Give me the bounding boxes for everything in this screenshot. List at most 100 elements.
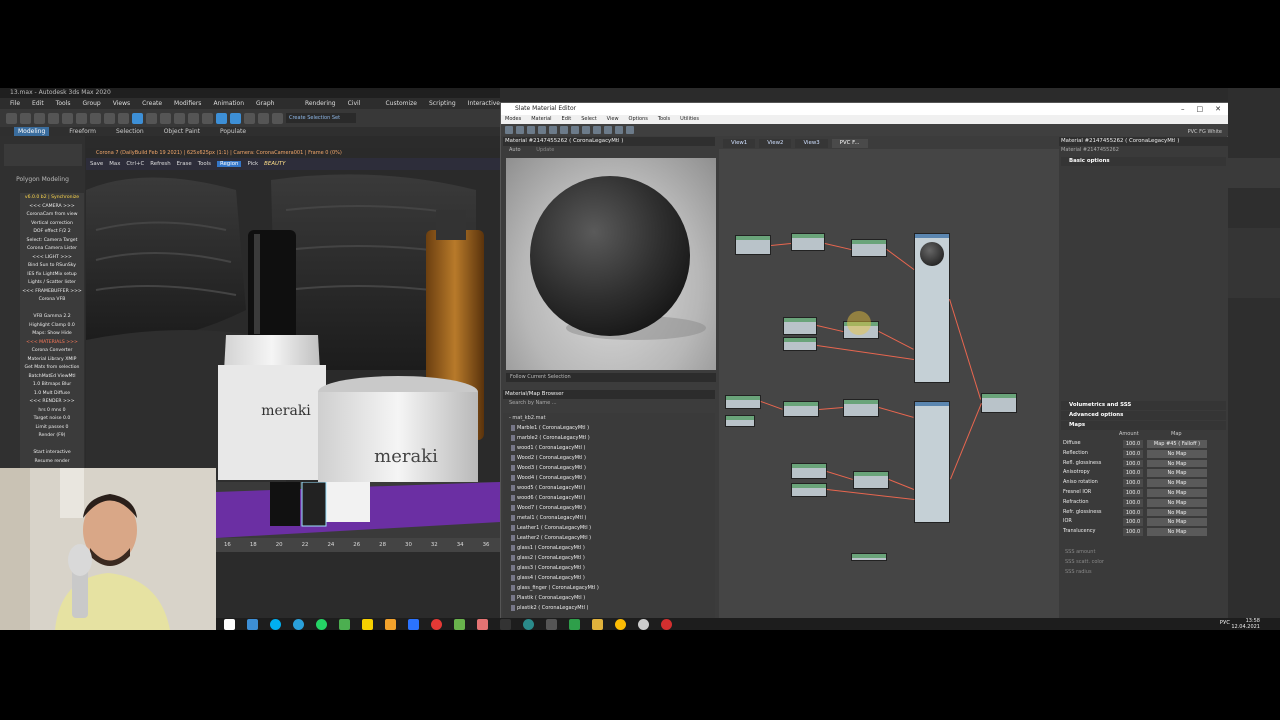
menu-item[interactable]: Interactive (468, 98, 500, 109)
tab-view[interactable]: View1 (723, 139, 756, 148)
corona-tool-button[interactable]: 1.0 Mult Diffuse (21, 390, 83, 399)
map-node[interactable] (791, 233, 825, 251)
select-manipulate-icon[interactable] (202, 112, 213, 124)
ribbon-tab[interactable]: Modeling (14, 127, 50, 136)
skype-icon[interactable] (270, 618, 281, 630)
window-crossing-icon[interactable] (118, 112, 129, 124)
tab-view[interactable]: View2 (759, 139, 792, 148)
map-node[interactable] (783, 317, 817, 335)
select-by-material-icon[interactable] (626, 126, 634, 134)
map-node[interactable] (725, 395, 761, 409)
corona-tool-button[interactable]: DOF effect F/2 2 (21, 228, 83, 237)
update-button[interactable]: Update (536, 147, 554, 153)
pick-material-icon[interactable] (505, 126, 513, 134)
menu-item[interactable]: Tools (56, 98, 71, 109)
corona-tool-button[interactable]: VFB Gamma 2.2 (21, 313, 83, 322)
menu-item[interactable]: File (10, 98, 20, 109)
layout-all-icon[interactable] (582, 126, 590, 134)
language-indicator[interactable]: РУС (1220, 620, 1230, 626)
record-icon[interactable] (431, 618, 442, 630)
corona-tool-button[interactable]: Target noise 0.0 (21, 415, 83, 424)
corona-tool-button[interactable]: Start interactive (21, 449, 83, 458)
param-material-name[interactable]: Material #2147455262 (1059, 146, 1228, 154)
corona-tool-button[interactable]: Lights / Scatter lister (21, 279, 83, 288)
menu-item[interactable]: Group (82, 98, 100, 109)
map-amount-field[interactable]: 100.0 (1123, 459, 1143, 468)
3dsmax-taskbar-icon[interactable] (247, 618, 258, 630)
corona-tool-button[interactable]: 1.0 Bitmaps Blur (21, 381, 83, 390)
list-item[interactable]: Wood4 ( CoronaLegacyMtl ) (503, 473, 715, 483)
timeline-ruler[interactable]: 161820222426283032343638 (216, 538, 515, 552)
corona-tool-button[interactable]: <<< LIGHT >>> (21, 254, 83, 263)
redo-icon[interactable] (20, 112, 31, 124)
list-item[interactable]: Leather2 ( CoronaLegacyMtl ) (503, 533, 715, 543)
preset-dropdown[interactable]: PVC FG White (1188, 129, 1222, 135)
paper-plane-icon[interactable] (408, 618, 419, 630)
vfb-side-scroll[interactable] (484, 170, 500, 482)
map-node[interactable] (791, 483, 827, 497)
map-node[interactable] (851, 239, 887, 257)
maximize-icon[interactable]: □ (1197, 103, 1204, 115)
slate-menu-item[interactable]: Edit (562, 115, 572, 124)
delete-icon[interactable] (527, 126, 535, 134)
map-node[interactable] (851, 553, 887, 561)
basic-options-rollout[interactable]: Basic options (1061, 157, 1226, 166)
windows-start-icon[interactable] (224, 618, 235, 630)
tab-view[interactable]: View3 (795, 139, 828, 148)
corona-tool-button[interactable]: IES fix LightMix setup (21, 271, 83, 280)
move-icon[interactable] (132, 112, 143, 124)
vfb-tool-button[interactable]: Tools (198, 161, 211, 167)
telegram-icon[interactable] (293, 618, 304, 630)
polygon-modeling-label[interactable]: Polygon Modeling (0, 176, 85, 183)
map-amount-field[interactable]: 100.0 (1123, 469, 1143, 478)
vfb-tool-button[interactable]: Erase (177, 161, 192, 167)
map-node[interactable] (791, 463, 827, 479)
ribbon-tab[interactable]: Populate (220, 127, 246, 136)
map-amount-field[interactable]: 100.0 (1123, 518, 1143, 527)
list-item[interactable]: glass3 ( CoronaLegacyMtl ) (503, 563, 715, 573)
list-item[interactable]: wood6 ( CoronaLegacyMtl ) (503, 493, 715, 503)
follow-selection-dropdown[interactable]: Follow Current Selection (506, 373, 716, 382)
recorder-icon[interactable] (661, 618, 672, 630)
list-item[interactable]: Wood7 ( CoronaLegacyMtl ) (503, 503, 715, 513)
corona-tool-button[interactable]: Corona Converter (21, 347, 83, 356)
material-node[interactable] (914, 401, 950, 523)
link-icon[interactable] (34, 112, 45, 124)
corona-tool-button[interactable]: CoronaCam from view (21, 211, 83, 220)
corona-tool-button[interactable]: <<< FRAMEBUFFER >>> (21, 288, 83, 297)
list-item[interactable]: metal1 ( CoronaLegacyMtl ) (503, 513, 715, 523)
advanced-options-rollout[interactable]: Advanced options (1061, 411, 1226, 420)
utorrent-icon[interactable] (339, 618, 350, 630)
obs-icon[interactable] (638, 618, 649, 630)
corona-tool-button[interactable]: Bind Sun to RSunSky (21, 262, 83, 271)
map-slot-button[interactable]: No Map (1147, 508, 1207, 517)
spinner-snap-icon[interactable] (258, 112, 269, 124)
list-item[interactable]: Leather1 ( CoronaLegacyMtl ) (503, 523, 715, 533)
map-node[interactable] (783, 337, 817, 351)
clock[interactable]: 13:58 12.04.2021 (1231, 618, 1260, 630)
map-slot-button[interactable]: No Map (1147, 518, 1207, 527)
map-amount-field[interactable]: 100.0 (1123, 528, 1143, 536)
corona-tool-button[interactable]: Render (F9) (21, 432, 83, 441)
library-group-header[interactable]: - mat_kb2.mat (503, 413, 715, 423)
map-slot-button[interactable]: No Map (1147, 469, 1207, 478)
map-amount-field[interactable]: 100.0 (1123, 488, 1143, 497)
corona-tool-button[interactable]: Limit passes 0 (21, 424, 83, 433)
map-row[interactable]: Refr. glossiness 100.0 No Map (1063, 508, 1223, 518)
rotate-icon[interactable] (146, 112, 157, 124)
brush-icon[interactable] (477, 618, 488, 630)
corona-tool-button[interactable]: hrs 0 mns 0 (21, 407, 83, 416)
maps-rollout[interactable]: Maps (1061, 421, 1226, 430)
map-slot-button[interactable]: No Map (1147, 488, 1207, 497)
vfb-tool-button[interactable]: Ctrl+C (126, 161, 144, 167)
corona-tool-button[interactable]: Resume render (21, 458, 83, 467)
minimize-icon[interactable]: – (1181, 103, 1185, 115)
slate-menu-item[interactable]: Utilities (680, 115, 699, 124)
list-item[interactable]: wood5 ( CoronaLegacyMtl ) (503, 483, 715, 493)
show-map-icon[interactable] (560, 126, 568, 134)
upload-icon[interactable] (454, 618, 465, 630)
place-icon[interactable] (174, 112, 185, 124)
list-item[interactable]: glass2 ( CoronaLegacyMtl ) (503, 553, 715, 563)
map-amount-field[interactable]: 100.0 (1123, 479, 1143, 487)
map-node[interactable] (783, 401, 819, 417)
